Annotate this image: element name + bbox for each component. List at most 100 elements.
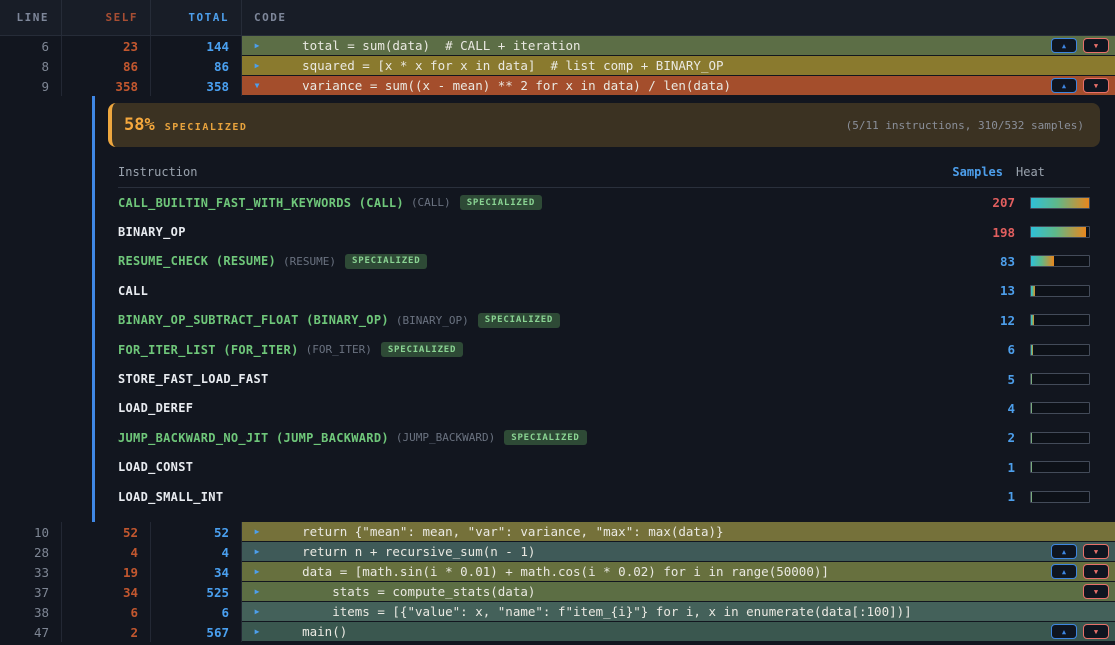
instruction-row: LOAD_DEREF4 xyxy=(118,394,1090,423)
specialized-badge: SPECIALIZED xyxy=(504,430,586,445)
instruction-row: FOR_ITER_LIST (FOR_ITER)(FOR_ITER)SPECIA… xyxy=(118,335,1090,364)
heat-bar-fill xyxy=(1031,286,1035,296)
jump-up-button[interactable]: ▲ xyxy=(1051,624,1077,639)
specialized-percent: 58% xyxy=(124,115,155,135)
jump-up-button[interactable]: ▲ xyxy=(1051,564,1077,579)
instruction-name: RESUME_CHECK (RESUME) xyxy=(118,254,276,268)
self-samples: 6 xyxy=(62,602,151,622)
heat-bar xyxy=(1030,255,1090,267)
code-row: 623144▶ total = sum(data) # CALL + itera… xyxy=(0,36,1115,56)
total-samples: 144 xyxy=(151,36,242,56)
samples-count: 13 xyxy=(945,283,1015,298)
samples-count: 1 xyxy=(945,489,1015,504)
heat-bar xyxy=(1030,461,1090,473)
instruction-name-group: FOR_ITER_LIST (FOR_ITER)(FOR_ITER)SPECIA… xyxy=(118,342,945,357)
heat-bar-fill xyxy=(1031,315,1034,325)
instruction-rows: CALL_BUILTIN_FAST_WITH_KEYWORDS (CALL)(C… xyxy=(118,188,1090,511)
heat-bar-fill xyxy=(1031,227,1086,237)
instruction-name: JUMP_BACKWARD_NO_JIT (JUMP_BACKWARD) xyxy=(118,431,389,445)
code-row: 105252▶ return {"mean": mean, "var": var… xyxy=(0,522,1115,542)
instruction-name-group: BINARY_OP_SUBTRACT_FLOAT (BINARY_OP)(BIN… xyxy=(118,313,945,328)
expand-icon[interactable]: ▶ xyxy=(242,527,272,536)
code-text: main() xyxy=(272,624,347,639)
specialized-badge: SPECIALIZED xyxy=(345,254,427,269)
specialization-summary: 58% SPECIALIZED (5/11 instructions, 310/… xyxy=(108,103,1100,147)
code-row: 9358358▼ variance = sum((x - mean) ** 2 … xyxy=(0,76,1115,96)
code-cell: ▶ total = sum(data) # CALL + iteration ▲ ▼ xyxy=(242,36,1115,56)
heat-bar xyxy=(1030,226,1090,238)
code-text: return n + recursive_sum(n - 1) xyxy=(272,544,535,559)
specialized-badge: SPECIALIZED xyxy=(381,342,463,357)
instruction-name: STORE_FAST_LOAD_FAST xyxy=(118,372,269,386)
line-number: 6 xyxy=(0,36,62,56)
jump-up-button[interactable]: ▲ xyxy=(1051,38,1077,53)
samples-count: 207 xyxy=(945,195,1015,210)
code-text: total = sum(data) # CALL + iteration xyxy=(272,38,581,53)
samples-count: 5 xyxy=(945,372,1015,387)
instruction-name: CALL xyxy=(118,284,148,298)
total-samples: 358 xyxy=(151,76,242,96)
code-text: data = [math.sin(i * 0.01) + math.cos(i … xyxy=(272,564,829,579)
heat-bar xyxy=(1030,344,1090,356)
instruction-name: BINARY_OP_SUBTRACT_FLOAT (BINARY_OP) xyxy=(118,313,389,327)
heat-bar-fill xyxy=(1031,492,1032,502)
instruction-name-group: LOAD_SMALL_INT xyxy=(118,490,945,504)
instruction-name-group: LOAD_DEREF xyxy=(118,401,945,415)
expand-icon[interactable]: ▶ xyxy=(242,61,272,70)
expand-icon[interactable]: ▶ xyxy=(242,547,272,556)
code-row: 88686▶ squared = [x * x for x in data] #… xyxy=(0,56,1115,76)
jump-up-button[interactable]: ▲ xyxy=(1051,544,1077,559)
expand-icon[interactable]: ▶ xyxy=(242,587,272,596)
jump-down-button[interactable]: ▼ xyxy=(1083,38,1109,53)
expand-icon[interactable]: ▶ xyxy=(242,607,272,616)
heat-bar-fill xyxy=(1031,462,1032,472)
instruction-name-group: LOAD_CONST xyxy=(118,460,945,474)
summary-left: 58% SPECIALIZED xyxy=(124,115,247,135)
expand-icon[interactable]: ▶ xyxy=(242,567,272,576)
instruction-name: BINARY_OP xyxy=(118,225,186,239)
code-row: 2844▶ return n + recursive_sum(n - 1)▲▼ xyxy=(0,542,1115,562)
jump-down-button[interactable]: ▼ xyxy=(1083,78,1109,93)
self-samples: 19 xyxy=(62,562,151,582)
expand-icon[interactable]: ▶ xyxy=(242,41,272,50)
total-samples: 52 xyxy=(151,522,242,542)
jump-down-button[interactable]: ▼ xyxy=(1083,624,1109,639)
code-row: 331934▶ data = [math.sin(i * 0.01) + mat… xyxy=(0,562,1115,582)
instruction-name-group: JUMP_BACKWARD_NO_JIT (JUMP_BACKWARD)(JUM… xyxy=(118,430,945,445)
jump-up-button[interactable]: ▲ xyxy=(1051,78,1077,93)
heat-bar xyxy=(1030,197,1090,209)
samples-count: 198 xyxy=(945,225,1015,240)
line-number: 10 xyxy=(0,522,62,542)
instruction-name-group: STORE_FAST_LOAD_FAST xyxy=(118,372,945,386)
total-samples: 86 xyxy=(151,56,242,76)
samples-count: 83 xyxy=(945,254,1015,269)
instruction-base-name: (FOR_ITER) xyxy=(306,343,372,356)
nav-buttons: ▲▼ xyxy=(1051,564,1109,579)
code-cell: ▶ return {"mean": mean, "var": variance,… xyxy=(242,522,1115,542)
heat-bar-fill xyxy=(1031,403,1032,413)
instruction-table: Instruction Samples Heat CALL_BUILTIN_FA… xyxy=(108,157,1100,511)
heat-bar-fill xyxy=(1031,198,1089,208)
code-rows-bottom: 105252▶ return {"mean": mean, "var": var… xyxy=(0,522,1115,642)
jump-down-button[interactable]: ▼ xyxy=(1083,564,1109,579)
total-samples: 525 xyxy=(151,582,242,602)
jump-down-button[interactable]: ▼ xyxy=(1083,544,1109,559)
jump-down-button[interactable]: ▼ xyxy=(1083,584,1109,599)
self-samples: 358 xyxy=(62,76,151,96)
line-number: 37 xyxy=(0,582,62,602)
collapse-icon[interactable]: ▼ xyxy=(242,81,272,90)
self-samples: 86 xyxy=(62,56,151,76)
code-row: 472567▶ main()▲▼ xyxy=(0,622,1115,642)
code-text: variance = sum((x - mean) ** 2 for x in … xyxy=(272,78,731,93)
self-samples: 4 xyxy=(62,542,151,562)
total-samples: 4 xyxy=(151,542,242,562)
expand-icon[interactable]: ▶ xyxy=(242,627,272,636)
instruction-row: CALL_BUILTIN_FAST_WITH_KEYWORDS (CALL)(C… xyxy=(118,188,1090,217)
col-header-line: LINE xyxy=(0,0,62,35)
col-header-heat: Heat xyxy=(1016,165,1090,179)
instruction-name-group: BINARY_OP xyxy=(118,225,945,239)
self-samples: 2 xyxy=(62,622,151,642)
self-samples: 52 xyxy=(62,522,151,542)
col-header-code: CODE xyxy=(242,0,1115,35)
instruction-row: STORE_FAST_LOAD_FAST 5 xyxy=(118,364,1090,393)
